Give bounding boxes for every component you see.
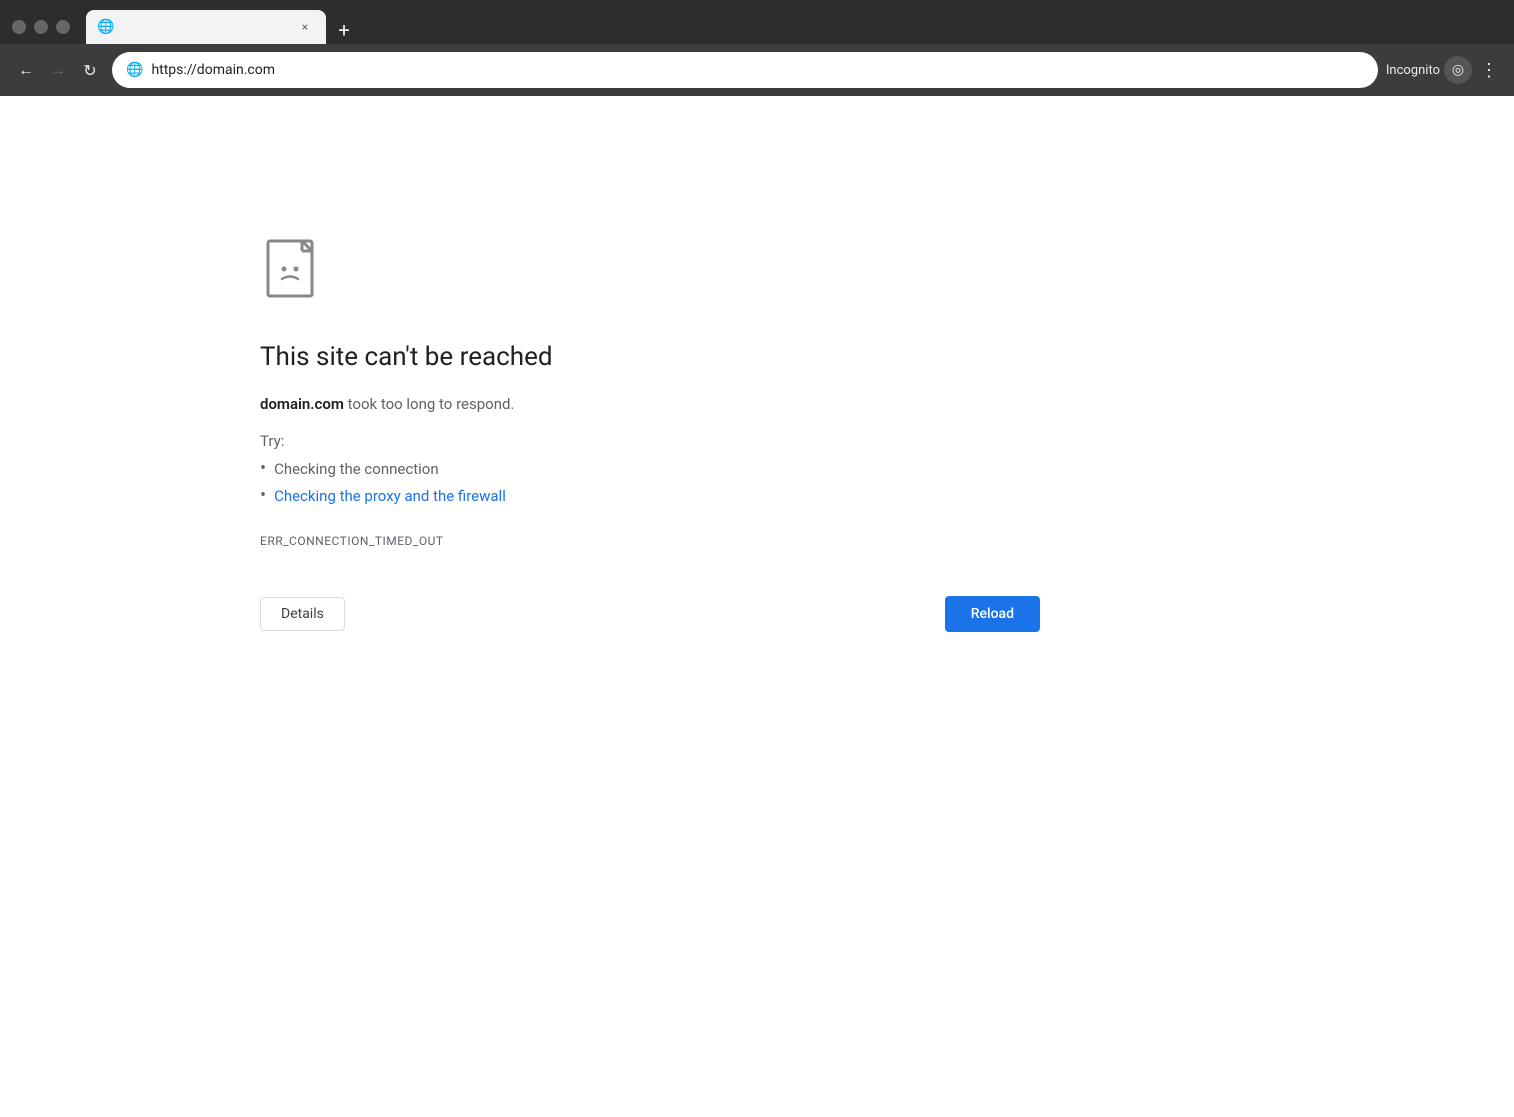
active-tab[interactable]: 🌐 × xyxy=(86,10,326,44)
tab-favicon-icon: 🌐 xyxy=(98,19,114,35)
title-bar: 🌐 × + xyxy=(0,0,1514,44)
nav-buttons: ← → ↻ xyxy=(12,56,104,84)
traffic-lights xyxy=(12,20,70,34)
secure-icon: 🌐 xyxy=(126,62,143,78)
suggestion-item-connection: Checking the connection xyxy=(260,458,960,479)
menu-button[interactable]: ⋮ xyxy=(1476,56,1502,85)
error-code: ERR_CONNECTION_TIMED_OUT xyxy=(260,534,960,548)
incognito-label: Incognito xyxy=(1386,63,1440,78)
address-bar: ← → ↻ 🌐 https://domain.com Incognito ◎ ⋮ xyxy=(0,44,1514,96)
url-text: https://domain.com xyxy=(151,62,1363,78)
error-icon xyxy=(260,236,960,310)
minimize-traffic-light[interactable] xyxy=(34,20,48,34)
button-row: Details Reload xyxy=(260,596,1040,632)
incognito-icon-symbol: ◎ xyxy=(1452,62,1464,78)
error-container: This site can't be reached domain.com to… xyxy=(260,236,960,632)
details-button[interactable]: Details xyxy=(260,597,345,631)
new-tab-button[interactable]: + xyxy=(330,16,358,44)
suggestions-list: Checking the connection Checking the pro… xyxy=(260,458,960,506)
tab-close-button[interactable]: × xyxy=(296,18,314,36)
error-description: domain.com took too long to respond. xyxy=(260,392,960,416)
error-title: This site can't be reached xyxy=(260,342,960,372)
sad-page-icon xyxy=(260,236,330,306)
close-traffic-light[interactable] xyxy=(12,20,26,34)
tab-bar: 🌐 × + xyxy=(86,10,1502,44)
suggestion-text-connection: Checking the connection xyxy=(274,460,439,478)
incognito-icon: ◎ xyxy=(1444,56,1472,84)
try-label: Try: xyxy=(260,432,960,450)
suggestion-item-proxy: Checking the proxy and the firewall xyxy=(260,485,960,506)
maximize-traffic-light[interactable] xyxy=(56,20,70,34)
forward-button[interactable]: → xyxy=(44,56,72,84)
browser-actions: Incognito ◎ ⋮ xyxy=(1386,56,1502,85)
reload-button[interactable]: ↻ xyxy=(76,56,104,84)
browser-chrome: 🌐 × + ← → ↻ 🌐 https://domain.com Incogni… xyxy=(0,0,1514,96)
page-content: This site can't be reached domain.com to… xyxy=(0,96,1514,1117)
error-description-suffix: took too long to respond. xyxy=(344,395,515,413)
suggestion-link-proxy[interactable]: Checking the proxy and the firewall xyxy=(274,487,506,505)
back-button[interactable]: ← xyxy=(12,56,40,84)
url-bar[interactable]: 🌐 https://domain.com xyxy=(112,52,1378,88)
reload-button[interactable]: Reload xyxy=(945,596,1040,632)
error-domain: domain.com xyxy=(260,395,344,413)
